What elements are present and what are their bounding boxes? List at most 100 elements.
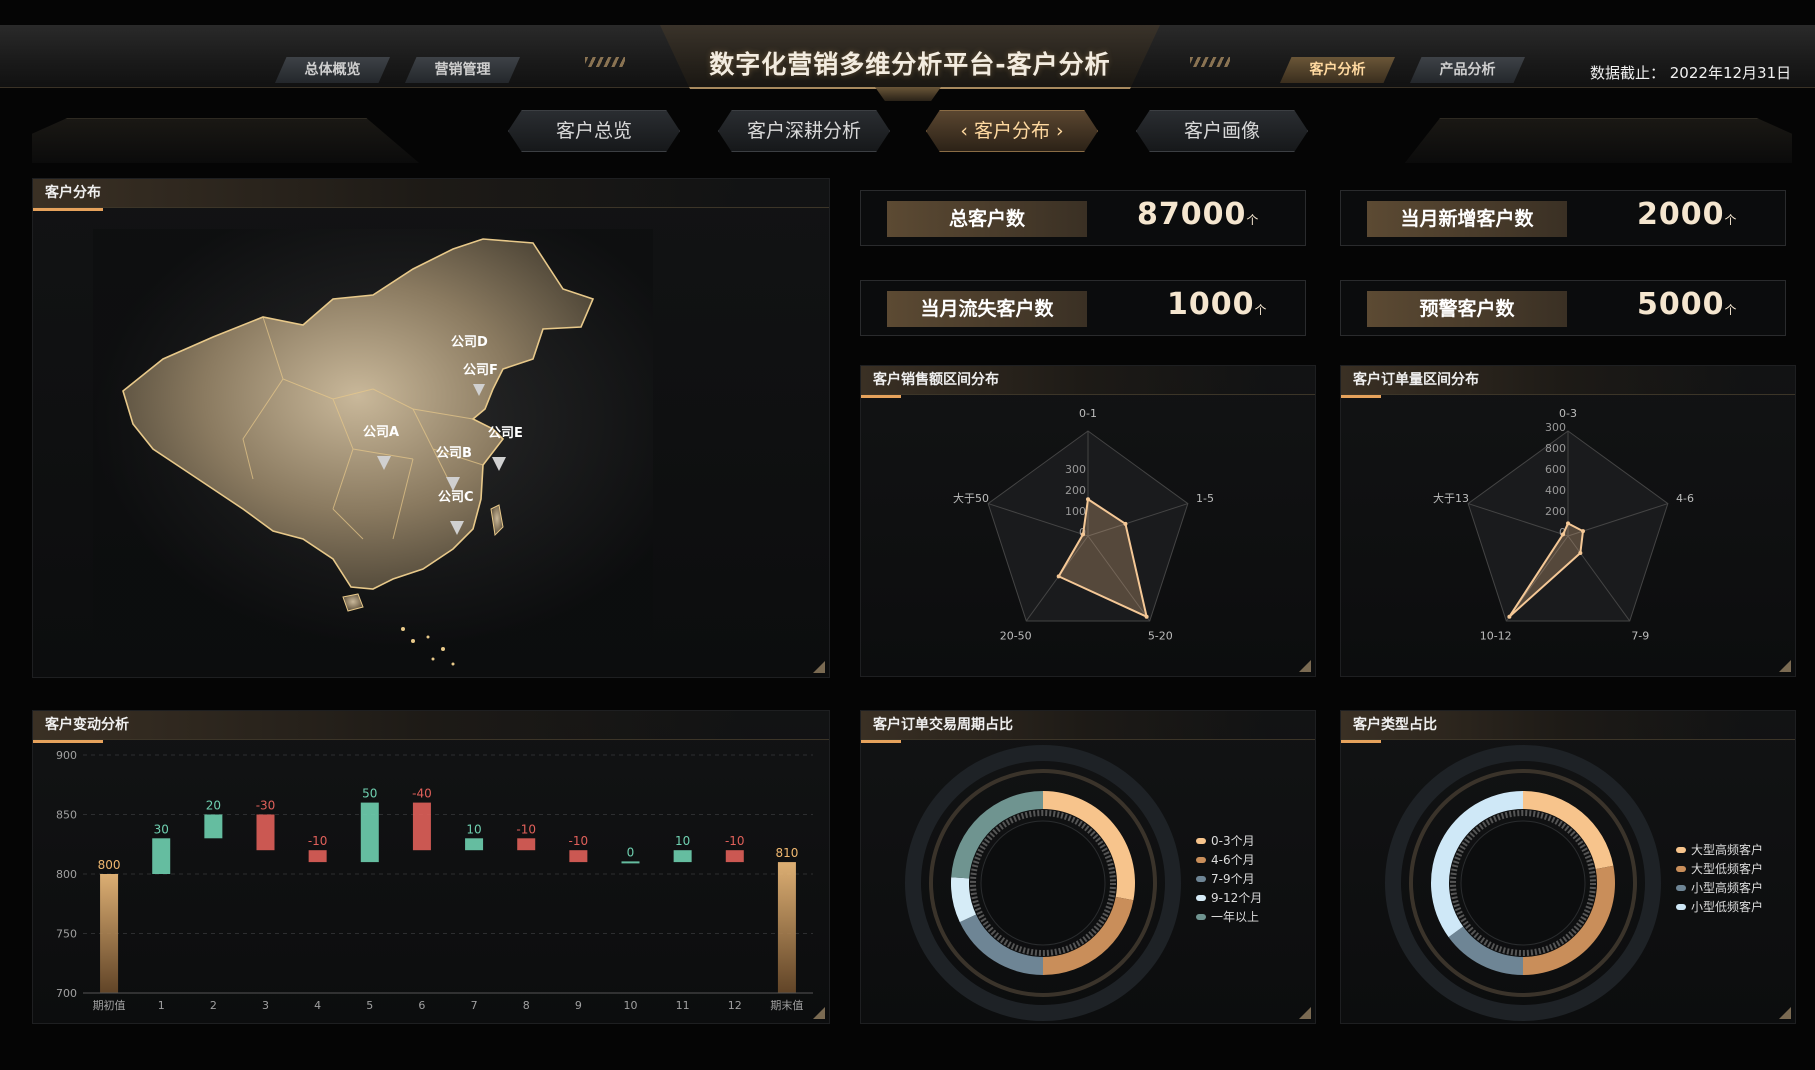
x-tick-label: 10 xyxy=(624,999,638,1012)
radar-axis-label: 0-3 xyxy=(1559,407,1577,420)
radar-point xyxy=(1123,521,1128,526)
data-cutoff-date: 数据截止： 2022年12月31日 xyxy=(1590,64,1792,82)
x-tick-label: 6 xyxy=(418,999,425,1012)
nav-product-analysis[interactable]: 产品分析 xyxy=(1410,57,1525,83)
radar-tick-label: 300 xyxy=(1065,463,1086,476)
waterfall-bar xyxy=(517,838,536,851)
y-tick-label: 700 xyxy=(56,987,77,1000)
donut-slice xyxy=(951,877,977,923)
radar-tick-label: 400 xyxy=(1545,484,1566,497)
kpi-value: 2000 xyxy=(1637,197,1725,232)
x-tick-label: 3 xyxy=(262,999,269,1012)
radar-axis-label: 0-1 xyxy=(1079,407,1097,420)
kpi-value: 87000 xyxy=(1137,197,1247,232)
radar-axis-label: 4-6 xyxy=(1676,492,1694,505)
tab-customer-overview[interactable]: 客户总览 xyxy=(508,110,680,152)
nav-marketing[interactable]: 营销管理 xyxy=(405,57,520,83)
kpi-card-warning: 预警客户数 5000个 xyxy=(1340,280,1786,336)
radar-point xyxy=(1580,529,1585,534)
bar-data-label: -10 xyxy=(516,822,536,836)
legend-label: 0-3个月 xyxy=(1211,834,1255,848)
kpi-card-churned: 当月流失客户数 1000个 xyxy=(860,280,1306,336)
waterfall-bar xyxy=(569,850,588,863)
kpi-label: 当月新增客户数 xyxy=(1367,201,1567,237)
radar-orders-title: 客户订单量区间分布 xyxy=(1341,366,1795,395)
tab-customer-profile[interactable]: 客户画像 xyxy=(1136,110,1308,152)
map-panel: 客户分布 公司D 公司F 公司A 公司E 公司B 公司C xyxy=(32,178,830,678)
bar-data-label: -10 xyxy=(725,834,745,848)
radar-sales-title: 客户销售额区间分布 xyxy=(861,366,1315,395)
bar-data-label: 20 xyxy=(206,799,221,813)
legend-swatch xyxy=(1676,904,1686,910)
subnav-bar xyxy=(32,118,1792,163)
x-tick-label: 1 xyxy=(158,999,165,1012)
legend-label: 9-12个月 xyxy=(1211,891,1262,905)
legend-label: 大型高频客户 xyxy=(1691,842,1763,857)
donut-type-chart[interactable]: 大型高频客户大型低频客户小型高频客户小型低频客户 xyxy=(1341,743,1795,1021)
kpi-card-total: 总客户数 87000个 xyxy=(860,190,1306,246)
kpi-value-wrap: 2000个 xyxy=(1637,197,1737,232)
kpi-value-wrap: 1000个 xyxy=(1167,287,1267,322)
radar-orders-chart[interactable]: 0-34-67-910-12大于130200400600800300 xyxy=(1341,398,1795,674)
radar-sales-chart[interactable]: 0-11-55-2020-50大于500100200300 xyxy=(861,398,1315,674)
nav-customer-analysis[interactable]: 客户分析 xyxy=(1280,57,1395,83)
radar-point xyxy=(1578,550,1583,555)
radar-point xyxy=(1144,614,1149,619)
radar-point xyxy=(1056,574,1061,579)
radar-tick-label: 200 xyxy=(1545,505,1566,518)
x-tick-label: 7 xyxy=(471,999,478,1012)
tab-chevron-left-icon: ‹ xyxy=(960,120,974,142)
kpi-value: 1000 xyxy=(1167,287,1255,322)
x-tick-label: 4 xyxy=(314,999,321,1012)
waterfall-bar xyxy=(256,814,275,851)
donut-type-panel: 客户类型占比 大型高频客户 大型低频客户 小型高频客户 小型低频客户 xyxy=(1340,710,1796,1024)
tab-customer-distribution[interactable]: ‹ 客户分布 › xyxy=(926,110,1098,152)
kpi-label: 预警客户数 xyxy=(1367,291,1567,327)
kpi-label: 当月流失客户数 xyxy=(887,291,1087,327)
donut-core xyxy=(980,820,1106,946)
nav-overview[interactable]: 总体概览 xyxy=(275,57,390,83)
bar-data-label: -30 xyxy=(256,799,276,813)
company-label: 公司F xyxy=(463,363,498,378)
legend-swatch xyxy=(1676,885,1686,891)
kpi-value: 5000 xyxy=(1637,287,1725,322)
bar-data-label: 10 xyxy=(466,822,481,836)
legend-swatch xyxy=(1676,847,1686,853)
tab-chevron-right-icon: › xyxy=(1050,120,1064,142)
company-label: 公司B xyxy=(436,446,472,461)
waterfall-bar xyxy=(777,862,796,993)
radar-tick-label: 200 xyxy=(1065,484,1086,497)
donut-core xyxy=(1460,820,1586,946)
radar-axis-label: 7-9 xyxy=(1631,630,1649,643)
map-panel-title: 客户分布 xyxy=(33,179,829,208)
company-marker[interactable]: 公司D xyxy=(451,335,488,350)
waterfall-bar xyxy=(621,861,640,864)
bar-data-label: 50 xyxy=(362,787,377,801)
waterfall-panel: 客户变动分析 700 750 800 850 900 800 期初值 30 1 20 2 -30 3 -1… xyxy=(32,710,830,1024)
tab-customer-deep-analysis[interactable]: 客户深耕分析 xyxy=(718,110,890,152)
x-tick-label: 11 xyxy=(676,999,690,1012)
radar-point xyxy=(1081,532,1086,537)
donut-type-title: 客户类型占比 xyxy=(1341,711,1795,740)
x-tick-label: 2 xyxy=(210,999,217,1012)
radar-point xyxy=(1086,497,1090,502)
resize-corner-icon xyxy=(1779,1007,1791,1019)
x-tick-label: 12 xyxy=(728,999,742,1012)
y-tick-label: 850 xyxy=(56,809,77,822)
legend-label: 大型低频客户 xyxy=(1691,861,1763,876)
bar-data-label: 810 xyxy=(775,846,798,860)
waterfall-bar xyxy=(308,850,327,863)
waterfall-bar xyxy=(152,838,171,874)
legend-swatch xyxy=(1196,895,1206,901)
donut-cycle-chart[interactable]: 0-3个月 4-6个月 7-9个月 9-12个月一年以上 xyxy=(861,743,1315,1021)
legend-label: 一年以上 xyxy=(1211,910,1259,924)
resize-corner-icon xyxy=(1299,660,1311,672)
y-tick-label: 800 xyxy=(56,868,77,881)
kpi-unit: 个 xyxy=(1724,303,1737,317)
waterfall-title: 客户变动分析 xyxy=(33,711,829,740)
kpi-unit: 个 xyxy=(1254,303,1267,317)
resize-corner-icon xyxy=(1299,1007,1311,1019)
donut-cycle-title: 客户订单交易周期占比 xyxy=(861,711,1315,740)
waterfall-chart[interactable]: 700750800850900800期初值301202-303-104505-4… xyxy=(33,743,829,1021)
china-map[interactable]: 公司D 公司F 公司A 公司E 公司B 公司C xyxy=(33,209,829,669)
